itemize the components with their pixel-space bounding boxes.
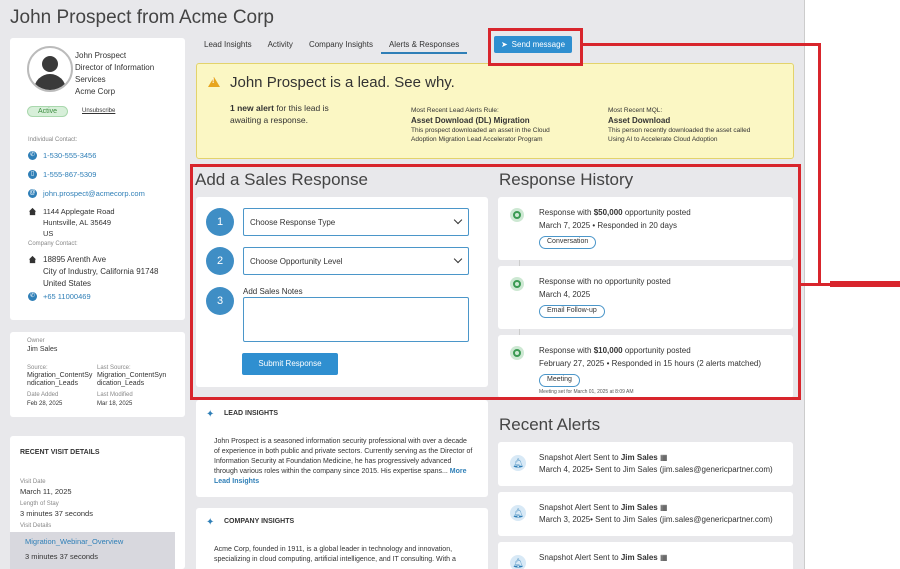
visit-item[interactable]: Migration_Webinar_Overview 3 minutes 37 … xyxy=(10,532,175,569)
contact-role: Director of Information Services xyxy=(75,63,155,84)
phone-icon: ✆ xyxy=(28,151,37,160)
home-icon xyxy=(28,207,37,216)
phone-row-2[interactable]: ▯ 1-555-867-5309 xyxy=(28,169,96,180)
company-phone-row[interactable]: ✆ +65 11000469 xyxy=(28,291,91,302)
visit-item-duration: 3 minutes 37 seconds xyxy=(25,552,98,561)
rule-block: Most Recent Lead Alerts Rule: Asset Down… xyxy=(411,106,561,144)
recent-alerts-heading: Recent Alerts xyxy=(499,415,601,434)
date-added-label: Date Added xyxy=(27,392,59,398)
mql-title: Asset Download xyxy=(608,116,671,125)
highlight-arrow xyxy=(830,281,900,287)
tab-bar: Lead Insights Activity Company Insights … xyxy=(196,38,468,56)
highlight-connector xyxy=(818,43,821,286)
last-source-value: Migration_ContentSyndication_Leads xyxy=(97,372,167,387)
email-link[interactable]: john.prospect@acmecorp.com xyxy=(43,188,145,199)
alert-line1: Snapshot Alert Sent to Jim Sales ▦ xyxy=(539,453,668,462)
contact-company: Acme Corp xyxy=(75,87,116,96)
last-modified-label: Last Modified xyxy=(97,392,133,398)
mobile-icon: ▯ xyxy=(28,170,37,179)
contact-name-block: John Prospect Director of Information Se… xyxy=(75,50,180,98)
lead-banner: John Prospect is a lead. See why. 1 new … xyxy=(196,63,794,159)
date-added-value: Feb 28, 2025 xyxy=(27,401,63,407)
alert-count: 1 new alert xyxy=(230,103,274,113)
tab-company-insights[interactable]: Company Insights xyxy=(301,38,381,54)
lead-meta-card: Owner Jim Sales Source: Migration_Conten… xyxy=(10,332,185,417)
lead-insights-heading: LEAD INSIGHTS xyxy=(224,410,279,417)
id-card-icon: ▦ xyxy=(660,553,668,562)
highlight-connector xyxy=(583,43,821,46)
company-address: 18895 Arenth Ave City of Industry, Calif… xyxy=(43,255,159,288)
lead-insights-text: John Prospect is a seasoned information … xyxy=(214,438,473,485)
visit-details-label: Visit Details xyxy=(20,523,52,529)
mql-label: Most Recent MQL: xyxy=(608,107,663,114)
rule-desc: This prospect downloaded an asset in the… xyxy=(411,127,550,143)
tab-alerts-responses[interactable]: Alerts & Responses xyxy=(380,38,468,54)
bell-icon: 🔔︎ xyxy=(510,505,526,521)
phone-2[interactable]: 1-555-867-5309 xyxy=(43,169,96,180)
visit-date: March 11, 2025 xyxy=(20,487,72,496)
highlight-response-area xyxy=(190,164,801,400)
avatar-icon xyxy=(27,46,73,92)
company-address-row: 18895 Arenth Ave City of Industry, Calif… xyxy=(28,254,158,290)
last-source-label: Last Source: xyxy=(97,365,131,371)
id-card-icon: ▦ xyxy=(660,453,668,462)
length-label: Length of Stay xyxy=(20,501,59,507)
alert-summary: 1 new alert for this lead is awaiting a … xyxy=(230,102,360,126)
visit-item-title[interactable]: Migration_Webinar_Overview xyxy=(25,537,123,546)
address: 1144 Applegate Road Huntsville, AL 35649… xyxy=(43,207,115,238)
individual-contact-label: Individual Contact: xyxy=(28,137,78,143)
tab-lead-insights[interactable]: Lead Insights xyxy=(196,38,260,54)
sparkle-icon: ✦ xyxy=(206,517,215,528)
rule-title: Asset Download (DL) Migration xyxy=(411,116,530,125)
owner-label: Owner xyxy=(27,338,45,344)
phone-1[interactable]: 1-530-555-3456 xyxy=(43,150,96,161)
mql-desc: This person recently downloaded the asse… xyxy=(608,127,751,143)
phone-icon: ✆ xyxy=(28,292,37,301)
bell-icon: 🔔︎ xyxy=(510,455,526,471)
id-card-icon: ▦ xyxy=(660,503,668,512)
app-window: John Prospect from Acme Corp John Prospe… xyxy=(0,0,804,569)
company-contact-label: Company Contact: xyxy=(28,241,78,247)
address-row: 1144 Applegate Road Huntsville, AL 35649… xyxy=(28,206,115,239)
alert-line1: Snapshot Alert Sent to Jim Sales ▦ xyxy=(539,503,668,512)
status-badge: Active xyxy=(27,106,69,117)
recent-visits-heading: RECENT VISIT DETAILS xyxy=(20,449,100,456)
contact-name: John Prospect xyxy=(75,51,127,60)
mql-block: Most Recent MQL: Asset Download This per… xyxy=(608,106,763,144)
unsubscribe-link[interactable]: Unsubscribe xyxy=(82,108,115,114)
length-value: 3 minutes 37 seconds xyxy=(20,509,93,518)
warning-icon xyxy=(208,77,220,87)
contact-card: John Prospect Director of Information Se… xyxy=(10,38,185,320)
company-phone[interactable]: +65 11000469 xyxy=(43,291,91,302)
alert-item: 🔔︎ Snapshot Alert Sent to Jim Sales ▦ Ma… xyxy=(498,442,793,486)
sparkle-icon: ✦ xyxy=(206,409,215,420)
last-modified-value: Mar 18, 2025 xyxy=(97,401,133,407)
source-value: Migration_ContentSyndication_Leads xyxy=(27,372,93,387)
rule-label: Most Recent Lead Alerts Rule: xyxy=(411,107,499,114)
source-label: Source: xyxy=(27,365,48,371)
company-insights-text: Acme Corp, founded in 1911, is a global … xyxy=(214,546,456,563)
alert-item: 🔔︎ Snapshot Alert Sent to Jim Sales ▦ xyxy=(498,542,793,569)
owner-value: Jim Sales xyxy=(27,346,58,353)
phone-row-1[interactable]: ✆ 1-530-555-3456 xyxy=(28,150,96,161)
tab-activity[interactable]: Activity xyxy=(260,38,301,54)
alert-line2: March 4, 2025• Sent to Jim Sales (jim.sa… xyxy=(539,465,773,474)
visit-date-label: Visit Date xyxy=(20,479,46,485)
lead-insights-card: ✦ LEAD INSIGHTS John Prospect is a seaso… xyxy=(196,400,488,497)
alert-line1: Snapshot Alert Sent to Jim Sales ▦ xyxy=(539,553,668,562)
banner-heading: John Prospect is a lead. See why. xyxy=(230,74,455,91)
company-insights-card: ✦ COMPANY INSIGHTS Acme Corp, founded in… xyxy=(196,508,488,569)
company-insights-heading: COMPANY INSIGHTS xyxy=(224,518,295,525)
alert-line2: March 3, 2025• Sent to Jim Sales (jim.sa… xyxy=(539,515,773,524)
home-icon xyxy=(28,255,37,264)
email-row[interactable]: @ john.prospect@acmecorp.com xyxy=(28,188,145,199)
page-title: John Prospect from Acme Corp xyxy=(10,7,274,28)
highlight-send-message xyxy=(488,28,583,66)
alert-item: 🔔︎ Snapshot Alert Sent to Jim Sales ▦ Ma… xyxy=(498,492,793,536)
email-icon: @ xyxy=(28,189,37,198)
bell-icon: 🔔︎ xyxy=(510,555,526,569)
